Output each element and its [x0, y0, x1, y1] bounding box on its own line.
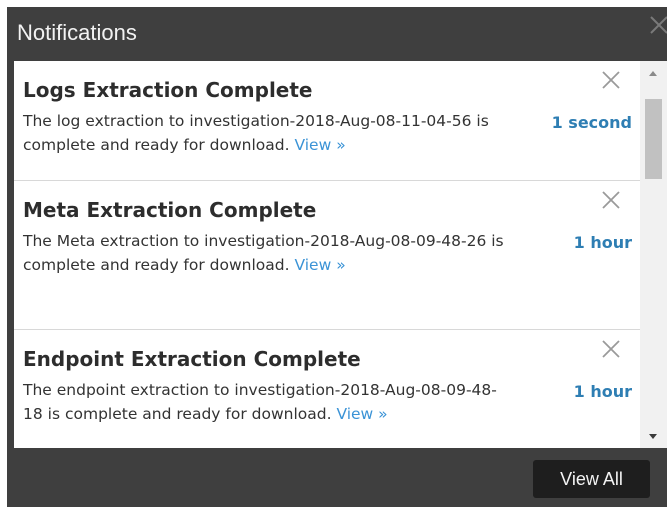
scroll-down-arrow-icon[interactable] — [648, 431, 658, 441]
notification-message: The endpoint extraction to investigation… — [23, 378, 508, 426]
close-icon[interactable] — [647, 13, 667, 37]
notifications-panel: Notifications Logs Extraction Complete T… — [7, 7, 667, 507]
view-link[interactable]: View » — [294, 136, 345, 154]
view-link[interactable]: View » — [336, 405, 387, 423]
close-icon[interactable] — [600, 338, 622, 360]
notification-item-meta: Meta Extraction Complete The Meta extrac… — [14, 181, 640, 330]
notification-time: 1 second — [551, 113, 632, 132]
close-icon[interactable] — [600, 69, 622, 91]
notification-title: Endpoint Extraction Complete — [23, 347, 361, 371]
notification-item-endpoint: Endpoint Extraction Complete The endpoin… — [14, 330, 640, 448]
panel-title: Notifications — [17, 20, 137, 45]
notification-message-text: The log extraction to investigation-2018… — [23, 112, 489, 154]
notification-message: The log extraction to investigation-2018… — [23, 109, 508, 157]
notification-time: 1 hour — [573, 233, 632, 252]
scroll-up-arrow-icon[interactable] — [648, 69, 658, 79]
notification-message-text: The Meta extraction to investigation-201… — [23, 232, 504, 274]
notification-message: The Meta extraction to investigation-201… — [23, 229, 508, 277]
notifications-footer: View All — [7, 448, 667, 507]
scrollbar-thumb[interactable] — [645, 99, 662, 179]
vertical-scrollbar[interactable] — [640, 61, 667, 448]
notification-item-logs: Logs Extraction Complete The log extract… — [14, 61, 640, 181]
notifications-header: Notifications — [7, 7, 667, 61]
close-icon[interactable] — [600, 189, 622, 211]
view-link[interactable]: View » — [294, 256, 345, 274]
notification-message-text: The endpoint extraction to investigation… — [23, 381, 497, 423]
notification-title: Meta Extraction Complete — [23, 198, 317, 222]
notification-title: Logs Extraction Complete — [23, 78, 313, 102]
notifications-list: Logs Extraction Complete The log extract… — [14, 61, 640, 448]
view-all-button[interactable]: View All — [533, 460, 650, 498]
notification-time: 1 hour — [573, 382, 632, 401]
